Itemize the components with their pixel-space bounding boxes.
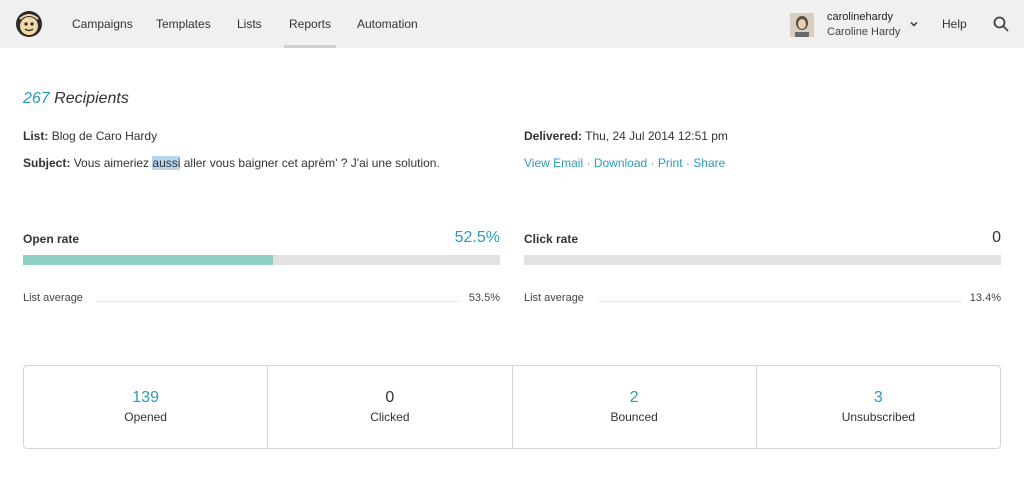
download-link[interactable]: Download (594, 156, 647, 170)
print-link[interactable]: Print (658, 156, 683, 170)
nav-reports[interactable]: Reports (283, 0, 337, 48)
nav-lists[interactable]: Lists (237, 0, 262, 48)
separator: · (685, 156, 690, 170)
open-rate-list-average: List average 53.5% (23, 292, 500, 308)
subject-text-start: Vous aimeriez (73, 156, 153, 170)
click-rate-value: 0 (992, 229, 1001, 246)
help-link[interactable]: Help (942, 0, 967, 48)
open-rate-label: Open rate (23, 232, 80, 246)
list-average-value: 53.5% (468, 292, 500, 304)
stat-value: 3 (873, 389, 883, 406)
list-average-label: List average (23, 292, 83, 304)
delivered-label: Delivered: (524, 129, 583, 143)
chevron-down-icon[interactable] (907, 17, 921, 31)
list-average-label: List average (524, 292, 584, 304)
nav-automation[interactable]: Automation (357, 0, 418, 48)
stat-value: 139 (132, 389, 159, 406)
dotted-leader (97, 301, 460, 302)
report-actions: View Email · Download · Print · Share (524, 156, 725, 170)
subject-info: Subject: Vous aimeriez aussi aller vous … (23, 156, 440, 170)
list-name: Blog de Caro Hardy (51, 129, 158, 143)
top-nav: Campaigns Templates Lists Reports Automa… (0, 0, 1024, 48)
delivered-info: Delivered: Thu, 24 Jul 2014 12:51 pm (524, 129, 728, 143)
open-rate-bar-fill (23, 255, 274, 265)
stat-bounced[interactable]: 2 Bounced (513, 366, 757, 448)
stat-opened[interactable]: 139 Opened (24, 366, 269, 448)
stat-label: Clicked (370, 410, 410, 424)
avatar[interactable] (790, 13, 814, 37)
stat-label: Bounced (610, 410, 658, 424)
account-username[interactable]: carolinehardy (827, 11, 893, 23)
view-email-link[interactable]: View Email (524, 156, 583, 170)
list-info: List: Blog de Caro Hardy (23, 129, 157, 143)
open-rate-value: 52.5% (454, 229, 500, 246)
delivered-date: Thu, 24 Jul 2014 12:51 pm (585, 129, 728, 143)
stat-clicked[interactable]: 0 Clicked (268, 366, 513, 448)
open-rate-bar (23, 255, 500, 265)
click-rate-bar (524, 255, 1001, 265)
dotted-leader (598, 301, 961, 302)
freddie-logo-icon[interactable] (14, 9, 44, 39)
stats-summary: 139 Opened 0 Clicked 2 Bounced 3 Unsubsc… (23, 365, 1001, 449)
click-rate-list-average: List average 13.4% (524, 292, 1001, 308)
recipient-count[interactable]: 267 (23, 90, 50, 107)
share-link[interactable]: Share (693, 156, 725, 170)
stat-value: 2 (629, 389, 639, 406)
subject-highlighted-text: aussi (152, 156, 181, 170)
recipients-heading: 267 Recipients (23, 90, 129, 108)
subject-label: Subject: (23, 156, 71, 170)
subject-text-end: aller vous baigner cet aprèm' ? J'ai une… (180, 156, 440, 170)
account-full-name[interactable]: Caroline Hardy (827, 26, 900, 38)
stat-unsubscribed[interactable]: 3 Unsubscribed (757, 366, 1000, 448)
stat-label: Opened (124, 410, 167, 424)
search-icon[interactable] (992, 15, 1010, 33)
separator: · (586, 156, 591, 170)
nav-templates[interactable]: Templates (156, 0, 211, 48)
recipient-label: Recipients (54, 90, 129, 107)
list-label: List: (23, 129, 49, 143)
stat-label: Unsubscribed (841, 410, 916, 424)
nav-campaigns[interactable]: Campaigns (72, 0, 133, 48)
stat-value: 0 (385, 389, 395, 406)
click-rate-label: Click rate (524, 232, 579, 246)
list-average-value: 13.4% (969, 292, 1001, 304)
separator: · (650, 156, 655, 170)
